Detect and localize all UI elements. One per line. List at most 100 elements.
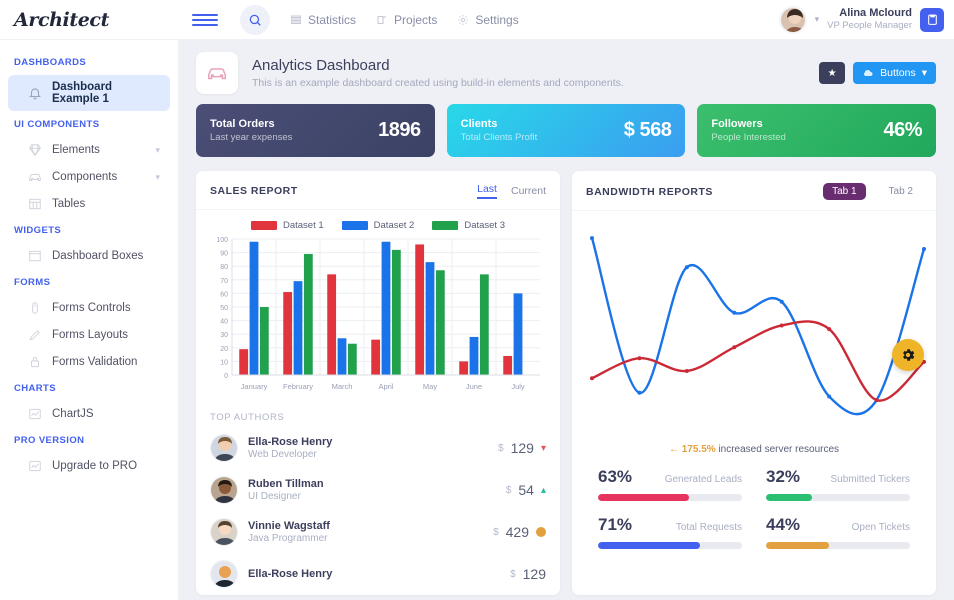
user-info[interactable]: Alina Mclourd VP People Manager [827, 7, 912, 33]
tab-2[interactable]: Tab 2 [880, 183, 922, 200]
avatar[interactable] [779, 6, 807, 34]
progress-fill [766, 542, 829, 549]
sales-tabs: Last Current [477, 183, 546, 199]
stat-card-text: Clients Total Clients Profit [461, 117, 538, 145]
sidebar-item-chartjs[interactable]: ChartJS [8, 401, 170, 427]
status-dot-icon [536, 527, 546, 537]
bell-icon [28, 86, 42, 100]
arrow-left-icon: ← [669, 444, 679, 455]
sidebar-item-dashboard-example-1[interactable]: Dashboard Example 1 [8, 75, 170, 111]
metric-label: Total Requests [676, 522, 742, 533]
svg-text:February: February [283, 382, 313, 391]
sidebar: DASHBOARDS Dashboard Example 1 UI COMPON… [0, 40, 178, 600]
avatar [210, 560, 238, 588]
lock-icon [28, 355, 42, 369]
stat-card-followers[interactable]: Followers People Interested 46% [697, 104, 936, 157]
sidebar-item-dashboard-boxes[interactable]: Dashboard Boxes [8, 243, 170, 269]
chevron-down-icon[interactable]: ▾ [815, 14, 820, 25]
svg-text:30: 30 [220, 332, 228, 339]
stat-card-clients[interactable]: Clients Total Clients Profit $ 568 [447, 104, 686, 157]
sidebar-heading-forms: FORMS [0, 270, 178, 294]
favorite-button[interactable]: ★ [819, 62, 845, 84]
bandwidth-metrics-row-1: 63% Generated Leads 32% Submi [582, 465, 926, 501]
svg-text:0: 0 [224, 373, 228, 380]
legend-label: Dataset 3 [464, 220, 505, 231]
topnav-item-statistics[interactable]: Statistics [290, 13, 356, 27]
panel-sales-report: SALES REPORT Last Current Dataset 1 [196, 171, 560, 595]
list-item[interactable]: Ella-Rose Henry Web Developer $ 129 ▾ [210, 427, 546, 469]
sidebar-item-tables[interactable]: Tables [8, 191, 170, 217]
sidebar-label-dashboard-boxes: Dashboard Boxes [52, 250, 143, 262]
sidebar-label-dashboard-example-1: Dashboard Example 1 [52, 81, 160, 105]
metric-percent: 44% [766, 515, 800, 535]
user-role: VP People Manager [827, 20, 912, 32]
projects-icon [376, 14, 388, 26]
bandwidth-line-chart [582, 217, 938, 435]
sidebar-heading-charts: CHARTS [0, 376, 178, 400]
author-role: Web Developer [248, 449, 332, 460]
topnav-item-settings[interactable]: Settings [457, 13, 518, 27]
sidebar-item-forms-validation[interactable]: Forms Validation [8, 349, 170, 375]
sidebar-item-components[interactable]: Components ▾ [8, 164, 170, 190]
sidebar-item-forms-controls[interactable]: Forms Controls [8, 295, 170, 321]
progress-bar [766, 542, 910, 549]
amount-value: 129 [523, 566, 546, 582]
tab-last[interactable]: Last [477, 183, 497, 199]
author-info: Ruben Tillman UI Designer [248, 478, 324, 502]
cloud-icon [862, 67, 874, 79]
sidebar-heading-pro-version: PRO VERSION [0, 428, 178, 452]
sidebar-heading-ui-components: UI COMPONENTS [0, 112, 178, 136]
list-item[interactable]: Ella-Rose Henry $ 129 [210, 553, 546, 595]
chevron-down-icon: ▾ [155, 172, 160, 183]
panel-title: BANDWIDTH REPORTS [586, 186, 713, 198]
metric-percent: 71% [598, 515, 632, 535]
pen-icon [28, 328, 42, 342]
bandwidth-body: ← 175.5% increased server resources 63% … [572, 211, 936, 549]
metric-top: 71% Total Requests [598, 515, 742, 535]
progress-bar [598, 542, 742, 549]
box-icon [28, 249, 42, 263]
clipboard-icon[interactable] [920, 8, 944, 32]
sidebar-item-forms-layouts[interactable]: Forms Layouts [8, 322, 170, 348]
tab-1[interactable]: Tab 1 [823, 183, 865, 200]
stat-subtitle: Total Clients Profit [461, 132, 538, 145]
page-actions: ★ Buttons ▾ [819, 62, 936, 84]
list-item[interactable]: Vinnie Wagstaff Java Programmer $ 429 [210, 511, 546, 553]
stat-card-total-orders[interactable]: Total Orders Last year expenses 1896 [196, 104, 435, 157]
panel-bandwidth-reports: BANDWIDTH REPORTS Tab 1 Tab 2 [572, 171, 936, 595]
sidebar-label-components: Components [52, 171, 117, 183]
star-icon: ★ [828, 68, 837, 79]
sidebar-item-elements[interactable]: Elements ▾ [8, 137, 170, 163]
sales-bar-chart: 0102030405060708090100JanuaryFebruaryMar… [206, 235, 546, 395]
buttons-dropdown-label: Buttons [880, 67, 916, 79]
brand-logo[interactable]: Architect [0, 9, 178, 31]
author-name: Ella-Rose Henry [248, 436, 332, 448]
search-icon[interactable] [240, 5, 270, 35]
statistics-icon [290, 14, 302, 26]
buttons-dropdown[interactable]: Buttons ▾ [853, 62, 936, 84]
gear-icon[interactable] [892, 339, 924, 371]
amount-value: 129 [511, 440, 534, 456]
svg-text:20: 20 [220, 346, 228, 353]
list-item[interactable]: Ruben Tillman UI Designer $ 54 ▴ [210, 469, 546, 511]
chart-legend: Dataset 1 Dataset 2 Dataset 3 [206, 220, 550, 231]
legend-item[interactable]: Dataset 3 [432, 220, 505, 231]
legend-label: Dataset 1 [283, 220, 324, 231]
stat-title: Total Orders [210, 117, 292, 132]
body-row: DASHBOARDS Dashboard Example 1 UI COMPON… [0, 40, 954, 600]
svg-text:May: May [423, 382, 437, 391]
sidebar-item-upgrade-to-pro[interactable]: Upgrade to PRO [8, 453, 170, 479]
metric-open-tickets: 44% Open Tickets [766, 515, 910, 549]
hamburger-icon[interactable] [192, 11, 218, 29]
currency-symbol: $ [510, 569, 516, 580]
legend-item[interactable]: Dataset 1 [251, 220, 324, 231]
topnav-label-projects: Projects [394, 13, 437, 27]
currency-symbol: $ [493, 527, 499, 538]
stat-title: Clients [461, 117, 538, 132]
legend-item[interactable]: Dataset 2 [342, 220, 415, 231]
author-amount: $ 54 ▴ [506, 482, 546, 498]
amount-value: 429 [506, 524, 529, 540]
topnav-item-projects[interactable]: Projects [376, 13, 437, 27]
tab-current[interactable]: Current [511, 185, 546, 199]
author-info: Vinnie Wagstaff Java Programmer [248, 520, 330, 544]
